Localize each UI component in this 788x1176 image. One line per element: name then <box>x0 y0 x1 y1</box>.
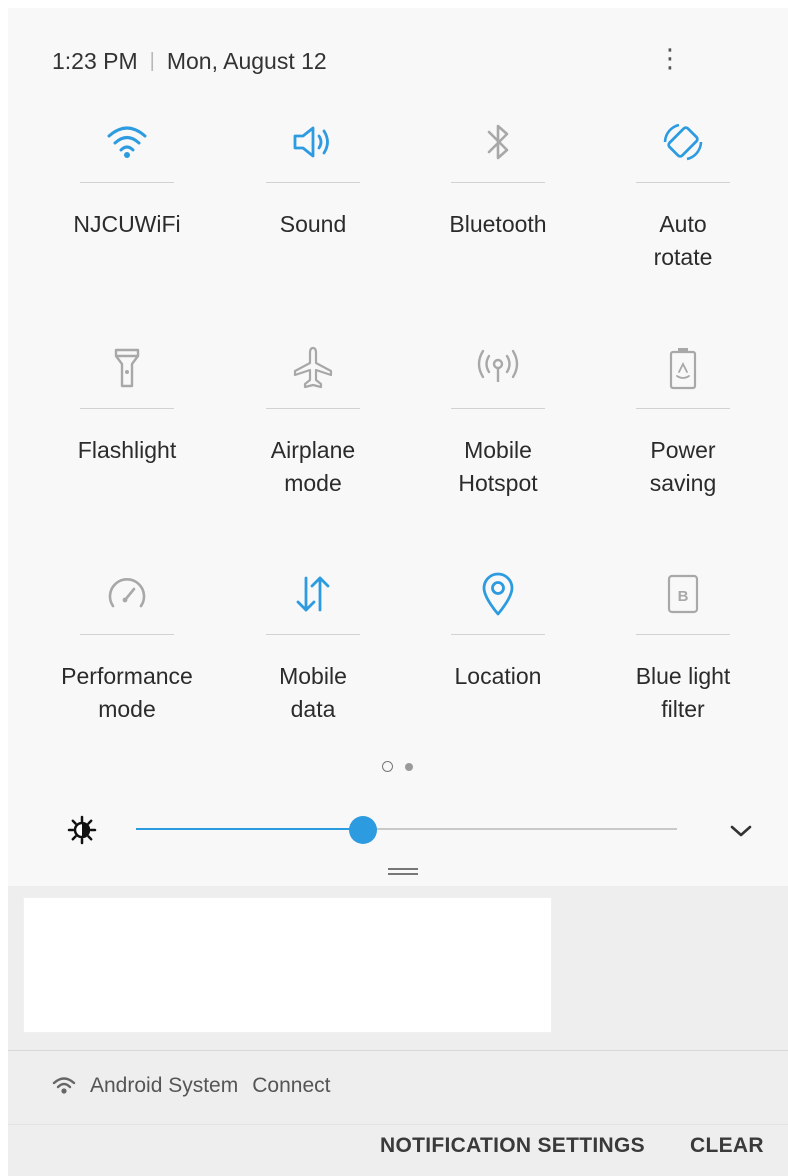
tile-label[interactable]: Sound <box>220 208 406 241</box>
status-header: 1:23 PM | Mon, August 12 <box>52 48 327 75</box>
date-text: Mon, August 12 <box>166 48 327 74</box>
panel-drag-handle[interactable] <box>388 868 418 875</box>
expand-brightness-button[interactable] <box>722 814 760 848</box>
tile-divider <box>80 182 174 183</box>
quick-tile-mobile-hotspot[interactable]: Mobile Hotspot <box>405 338 591 498</box>
brightness-icon <box>66 814 98 846</box>
location-icon[interactable] <box>405 564 591 624</box>
chevron-down-icon <box>730 825 752 837</box>
quick-settings-panel: 1:23 PM | Mon, August 12 ⋮ NJCUWiFi Sound… <box>8 8 788 886</box>
quick-tile-auto-rotate[interactable]: Auto rotate <box>590 112 776 272</box>
tile-divider <box>636 182 730 183</box>
airplane-icon[interactable] <box>220 338 406 398</box>
quick-tile-location[interactable]: Location <box>405 564 591 724</box>
quick-tile-bluetooth[interactable]: Bluetooth <box>405 112 591 272</box>
notification-settings-button[interactable]: NOTIFICATION SETTINGS <box>380 1134 645 1158</box>
battery-icon[interactable] <box>590 338 776 398</box>
quick-tile-njcuwifi[interactable]: NJCUWiFi <box>34 112 220 272</box>
tile-label[interactable]: Location <box>405 660 591 693</box>
more-options-icon: ⋮ <box>657 42 683 73</box>
tile-label[interactable]: Performance mode <box>34 660 220 726</box>
tile-divider <box>80 408 174 409</box>
tile-label[interactable]: Bluetooth <box>405 208 591 241</box>
quick-tile-flashlight[interactable]: Flashlight <box>34 338 220 498</box>
tile-label[interactable]: Blue light filter <box>590 660 776 726</box>
quick-tile-airplane-mode[interactable]: Airplane mode <box>220 338 406 498</box>
brightness-slider[interactable] <box>136 816 677 844</box>
wifi-icon[interactable] <box>34 112 220 172</box>
tile-label[interactable]: Mobile Hotspot <box>405 434 591 500</box>
blue-light-icon[interactable]: B <box>590 564 776 624</box>
tile-label[interactable]: Mobile data <box>220 660 406 726</box>
page-dot[interactable] <box>405 762 413 771</box>
tile-divider <box>636 634 730 635</box>
tile-label[interactable]: NJCUWiFi <box>34 208 220 241</box>
volume-icon[interactable] <box>220 112 406 172</box>
tile-label[interactable]: Flashlight <box>34 434 220 467</box>
wifi-small-icon <box>52 1077 76 1094</box>
quick-tile-mobile-data[interactable]: Mobile data <box>220 564 406 724</box>
tile-divider <box>451 408 545 409</box>
tile-divider <box>266 182 360 183</box>
page-dot-current[interactable] <box>382 761 393 772</box>
tile-label[interactable]: Airplane mode <box>220 434 406 500</box>
bluetooth-icon[interactable] <box>405 112 591 172</box>
slider-thumb[interactable] <box>349 816 378 844</box>
tile-divider <box>636 408 730 409</box>
quick-tile-power-saving[interactable]: Power saving <box>590 338 776 498</box>
quick-tile-sound[interactable]: Sound <box>220 112 406 272</box>
more-options-button[interactable]: ⋮ <box>653 38 687 78</box>
notification-app-name: Android System <box>90 1074 239 1097</box>
quick-tile-performance-mode[interactable]: Performance mode <box>34 564 220 724</box>
notification-row[interactable]: Android System Connect <box>52 1066 330 1106</box>
clock-time: 1:23 PM <box>52 48 138 74</box>
tile-label[interactable]: Power saving <box>590 434 776 500</box>
flashlight-icon[interactable] <box>34 338 220 398</box>
tile-divider <box>80 634 174 635</box>
speedometer-icon[interactable] <box>34 564 220 624</box>
quick-tile-blue-light-filter[interactable]: B Blue light filter <box>590 564 776 724</box>
page-indicator <box>382 761 413 772</box>
auto-rotate-icon[interactable] <box>590 112 776 172</box>
slider-fill <box>136 828 364 830</box>
notification-text: Connect <box>252 1074 331 1097</box>
notification-card[interactable] <box>24 898 551 1032</box>
divider <box>8 1050 788 1051</box>
svg-text:B: B <box>678 588 689 605</box>
hotspot-icon[interactable] <box>405 338 591 398</box>
tile-divider <box>451 182 545 183</box>
header-separator: | <box>149 50 155 72</box>
tile-divider <box>266 634 360 635</box>
divider <box>8 1124 788 1125</box>
clear-button[interactable]: CLEAR <box>690 1134 764 1158</box>
mobile-data-icon[interactable] <box>220 564 406 624</box>
tile-divider <box>451 634 545 635</box>
tile-divider <box>266 408 360 409</box>
tile-label[interactable]: Auto rotate <box>590 208 776 274</box>
